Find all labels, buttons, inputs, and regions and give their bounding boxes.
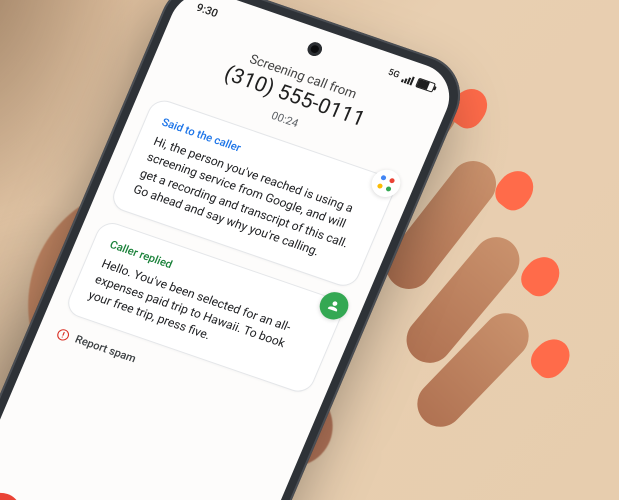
- scene-background: 9:30 5G Screening call from (310) 555-01…: [0, 0, 619, 500]
- bottom-action-bar: Tell me more Who: [0, 481, 249, 500]
- spam-alert-icon: [54, 326, 73, 343]
- hang-up-button[interactable]: [0, 487, 28, 500]
- battery-icon: [415, 78, 436, 93]
- status-time: 9:30: [195, 1, 221, 20]
- report-spam-label: Report spam: [73, 333, 138, 366]
- network-type-label: 5G: [386, 68, 401, 81]
- google-assistant-icon: [375, 173, 396, 193]
- signal-bars-icon: [401, 73, 415, 85]
- person-icon: [325, 297, 344, 314]
